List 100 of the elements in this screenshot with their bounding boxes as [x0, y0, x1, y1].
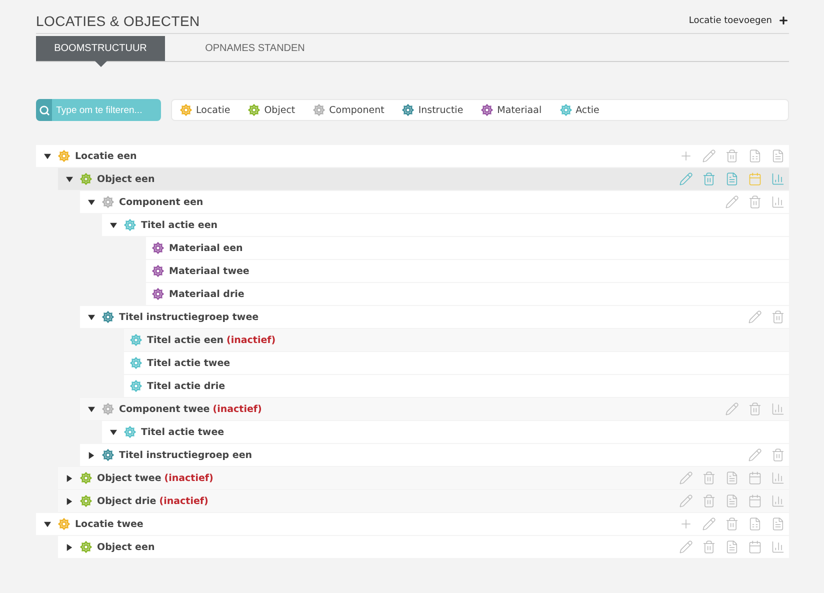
document-icon[interactable]	[724, 172, 739, 186]
node-label: Object een	[97, 542, 155, 552]
tree-row[interactable]: Titel instructiegroep een	[80, 444, 789, 466]
pencil-icon[interactable]	[678, 470, 693, 486]
bar-chart-icon[interactable]	[770, 540, 785, 554]
trash-icon[interactable]	[701, 494, 716, 508]
tree-row[interactable]: Object een	[58, 168, 789, 190]
caret-icon	[110, 428, 116, 436]
tree-row[interactable]: Titel actie een (inactief)	[124, 329, 789, 351]
gear-icon	[102, 449, 114, 461]
node-label: Titel instructiegroep een	[119, 450, 252, 460]
pencil-icon[interactable]	[747, 448, 762, 462]
caret-icon	[88, 314, 94, 320]
tree-row[interactable]: Titel actie twee	[102, 421, 789, 443]
tree-row[interactable]: Locatie een	[36, 145, 789, 167]
trash-icon[interactable]	[770, 310, 785, 324]
gear-icon	[80, 173, 92, 185]
pencil-icon[interactable]	[747, 310, 762, 324]
bar-chart-icon[interactable]	[770, 402, 785, 416]
tab-pointer-icon	[94, 61, 106, 67]
caret-icon	[44, 152, 50, 160]
caret-icon	[88, 406, 94, 412]
gear-icon	[180, 104, 192, 116]
gear-icon	[402, 104, 414, 116]
tree-row[interactable]: Component een	[80, 191, 789, 213]
status-label: (inactief)	[226, 334, 276, 346]
trash-icon[interactable]	[701, 540, 716, 554]
gear-icon	[80, 472, 92, 484]
spreadsheet-file-icon[interactable]	[747, 516, 762, 532]
caret-icon	[88, 452, 94, 458]
caret-icon	[110, 222, 116, 228]
node-label: Titel instructiegroep twee	[119, 312, 259, 322]
caret-icon	[66, 176, 72, 182]
trash-icon[interactable]	[747, 402, 762, 416]
tab[interactable]: OPNAMES STANDEN	[165, 36, 345, 61]
tree-row[interactable]: Materiaal twee	[146, 260, 789, 282]
pencil-icon[interactable]	[678, 172, 693, 186]
tree-row[interactable]: Materiaal drie	[146, 283, 789, 305]
trash-icon[interactable]	[724, 148, 739, 164]
node-label: Titel actie een	[147, 334, 224, 346]
calendar-icon[interactable]	[747, 172, 762, 186]
trash-icon[interactable]	[724, 516, 739, 532]
bar-chart-icon[interactable]	[770, 172, 785, 186]
tree-row[interactable]: Titel instructiegroep twee	[80, 306, 789, 328]
node-label: Materiaal drie	[169, 288, 244, 300]
tree-row[interactable]: Object een	[58, 536, 789, 558]
document-icon[interactable]	[724, 470, 739, 486]
trash-icon[interactable]	[770, 448, 785, 462]
gear-icon	[130, 357, 142, 369]
legend-label: Instructie	[418, 104, 464, 116]
document-icon[interactable]	[724, 540, 739, 554]
filter-field[interactable]: Type om te filteren...	[52, 99, 161, 121]
tree-row[interactable]: Object drie (inactief)	[58, 490, 789, 512]
document-icon[interactable]	[724, 494, 739, 508]
spreadsheet-file-icon[interactable]	[747, 148, 762, 164]
bar-chart-icon[interactable]	[770, 194, 785, 210]
node-label: Titel actie twee	[147, 358, 230, 368]
gear-icon	[130, 334, 142, 346]
node-label: Locatie twee	[75, 518, 144, 530]
tree-row[interactable]: Titel actie twee	[124, 352, 789, 374]
gear-icon	[248, 104, 260, 116]
caret-icon	[88, 198, 94, 206]
pencil-icon[interactable]	[701, 148, 716, 164]
legend-label: Materiaal	[497, 104, 542, 116]
pencil-icon[interactable]	[724, 402, 739, 416]
bar-chart-icon[interactable]	[770, 470, 785, 486]
page-title: LOCATIES & OBJECTEN	[36, 12, 200, 28]
tree-row[interactable]: Titel actie een	[102, 214, 789, 236]
pencil-icon[interactable]	[701, 516, 716, 532]
gear-icon	[58, 518, 70, 530]
trash-icon[interactable]	[747, 194, 762, 210]
search-button[interactable]	[36, 99, 52, 121]
tree-row[interactable]: Object twee (inactief)	[58, 467, 789, 489]
node-label: Object twee	[97, 472, 162, 484]
caret-icon	[66, 544, 72, 550]
gear-icon	[80, 495, 92, 507]
calendar-icon[interactable]	[747, 494, 762, 508]
gear-icon	[152, 242, 164, 254]
pencil-icon[interactable]	[724, 194, 739, 210]
caret-icon	[66, 498, 72, 504]
tree-row[interactable]: Locatie twee	[36, 513, 789, 535]
trash-icon[interactable]	[701, 172, 716, 186]
pencil-icon[interactable]	[678, 540, 693, 554]
trash-icon[interactable]	[701, 470, 716, 486]
caret-icon	[66, 474, 72, 482]
pencil-icon[interactable]	[678, 494, 693, 508]
calendar-icon[interactable]	[747, 470, 762, 486]
tree-row[interactable]: Materiaal een	[146, 237, 789, 259]
tree-row[interactable]: Titel actie drie	[124, 375, 789, 397]
add-location-link[interactable]: Locatie toevoegen	[688, 15, 789, 26]
document-icon[interactable]	[770, 516, 785, 532]
search-icon	[38, 104, 50, 116]
bar-chart-icon[interactable]	[770, 494, 785, 508]
document-icon[interactable]	[770, 148, 785, 164]
tree-row[interactable]: Component twee (inactief)	[80, 398, 789, 420]
calendar-icon[interactable]	[747, 540, 762, 554]
legend-label: Locatie	[196, 104, 230, 116]
plus-icon	[778, 15, 789, 26]
status-label: (inactief)	[164, 472, 214, 484]
caret-icon	[44, 520, 50, 528]
